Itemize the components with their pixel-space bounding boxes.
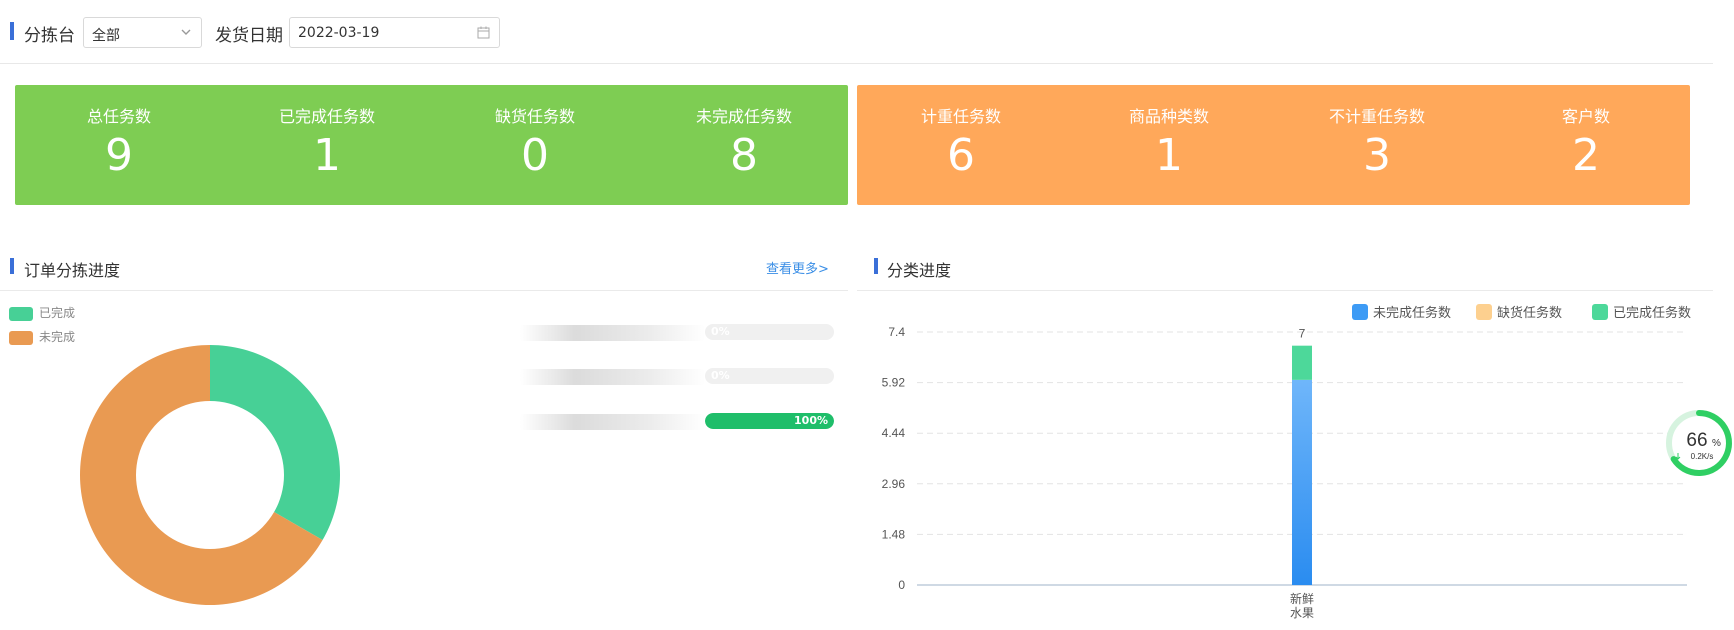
y-tick-label: 1.48 (882, 527, 906, 541)
legend-swatch (9, 306, 33, 321)
order-id-label (520, 325, 705, 341)
date-label: 发货日期 (215, 26, 283, 46)
widget-percent: 66 (1686, 430, 1707, 451)
bar-incomplete (1292, 379, 1312, 585)
stat-unweighed-tasks: 不计重任务数 3 (1273, 85, 1481, 205)
legend-incomplete[interactable]: 未完成 (9, 328, 75, 345)
legend-label: 缺货任务数 (1497, 305, 1562, 320)
order-id-label (520, 369, 705, 385)
stat-label: 总任务数 (86, 107, 151, 126)
item-stats-panel: 计重任务数 6 商品种类数 1 不计重任务数 3 客户数 2 (857, 85, 1690, 205)
progress-bar: 0% (705, 368, 834, 384)
y-tick-label: 2.96 (882, 477, 906, 491)
section-marker (10, 258, 14, 274)
network-speed-widget[interactable]: 66 % 0.2K/s (1664, 408, 1734, 478)
stat-value: 6 (947, 130, 975, 181)
x-tick-label: 新鲜 (1290, 591, 1314, 606)
stat-label: 计重任务数 (920, 107, 1001, 126)
date-picker-value: 2022-03-19 (298, 25, 380, 41)
stat-weighed-tasks: 计重任务数 6 (857, 85, 1065, 205)
stat-value: 1 (1155, 130, 1183, 181)
legend-label: 已完成任务数 (1613, 305, 1691, 320)
bar-total-label: 7 (1299, 327, 1306, 341)
category-section-title: 分类进度 (887, 261, 952, 280)
stat-product-types: 商品种类数 1 (1065, 85, 1273, 205)
order-progress-row: 0% (520, 322, 834, 346)
legend-swatch (1476, 304, 1492, 320)
stat-label: 缺货任务数 (494, 107, 575, 126)
stat-label: 商品种类数 (1128, 107, 1209, 126)
stat-label: 已完成任务数 (278, 107, 375, 126)
widget-speed: 0.2K/s (1691, 452, 1714, 461)
stat-value: 0 (521, 130, 549, 181)
stat-value: 3 (1363, 130, 1391, 181)
progress-bar: 100% (705, 413, 834, 429)
bar-completed (1292, 345, 1312, 380)
progress-percent: 100% (794, 414, 828, 427)
section-marker (10, 22, 14, 40)
order-donut-chart (80, 345, 340, 605)
stat-customers: 客户数 2 (1482, 85, 1690, 205)
category-progress-chart: 0 1.48 2.96 4.44 5.92 7.4 7 新鲜水果 未完成任务数 缺货任务数 已完成任… (882, 304, 1691, 620)
station-select[interactable]: 全部 (83, 17, 202, 48)
legend-label: 未完成任务数 (1373, 305, 1451, 320)
legend-completed[interactable]: 已完成 (9, 304, 75, 321)
date-picker[interactable]: 2022-03-19 (289, 17, 500, 48)
stat-label: 不计重任务数 (1328, 107, 1425, 126)
legend-label: 未完成 (39, 330, 76, 344)
donut-slice-completed (210, 345, 340, 540)
stat-incomplete-tasks: 未完成任务数 8 (640, 85, 848, 205)
legend-swatch (1352, 304, 1368, 320)
station-select-value: 全部 (92, 28, 120, 44)
y-tick-label: 4.44 (882, 426, 906, 440)
section-marker (874, 258, 878, 274)
order-progress-row: 0% (520, 366, 834, 390)
stat-shortage-tasks: 缺货任务数 0 (431, 85, 639, 205)
order-progress-row: 100% (520, 411, 834, 435)
legend-swatch (9, 330, 33, 345)
legend-label: 已完成 (39, 306, 76, 320)
filter-bar: 分拣台 全部 发货日期 2022-03-19 (0, 0, 1713, 64)
stat-value: 9 (105, 130, 133, 181)
order-id-label (520, 414, 705, 430)
task-stats-panel: 总任务数 9 已完成任务数 1 缺货任务数 0 未完成任务数 8 (15, 85, 848, 205)
chevron-down-icon (181, 29, 191, 35)
x-tick-label: 水果 (1290, 606, 1314, 620)
y-tick-label: 5.92 (882, 376, 906, 390)
order-section-title: 订单分拣进度 (24, 261, 121, 280)
widget-percent-unit: % (1712, 438, 1721, 449)
stat-total-tasks: 总任务数 9 (15, 85, 223, 205)
progress-percent: 0% (711, 369, 730, 382)
y-tick-label: 7.4 (888, 325, 905, 339)
legend-swatch (1592, 304, 1608, 320)
station-label: 分拣台 (24, 26, 75, 46)
stat-value: 8 (730, 130, 758, 181)
progress-bar: 0% (705, 324, 834, 340)
stat-completed-tasks: 已完成任务数 1 (223, 85, 431, 205)
stat-label: 客户数 (1561, 107, 1610, 126)
view-more-link[interactable]: 查看更多> (766, 258, 829, 277)
calendar-icon (477, 26, 490, 39)
stat-label: 未完成任务数 (695, 107, 792, 126)
stat-value: 1 (313, 130, 341, 181)
stat-value: 2 (1572, 130, 1600, 181)
progress-percent: 0% (711, 325, 730, 338)
divider (0, 290, 848, 291)
y-tick-label: 0 (898, 578, 905, 592)
